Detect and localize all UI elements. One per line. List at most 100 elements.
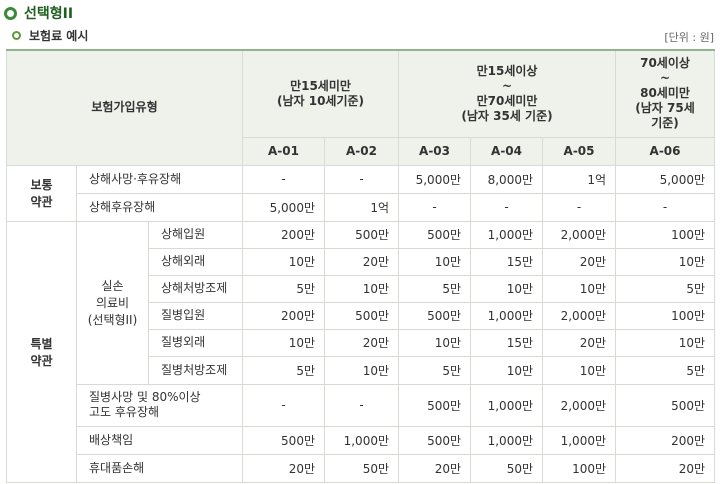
value-cell: 500만 [398,425,472,455]
group-label-line: 실손 [101,279,124,293]
subsection-title-row: 보험료 예시 [12,27,88,43]
value-cell: 100만 [615,220,716,249]
value-cell: 15만 [470,247,544,276]
value-cell: 20만 [323,247,400,276]
coverage-label: 질병사망 및 80%이상 고도 후유장해 [76,383,243,427]
coverage-label-line: 질병사망 및 80%이상 [89,390,201,404]
value-cell: 2,000만 [542,383,617,427]
section-title: 선택형II [24,6,74,22]
value-cell: 5만 [242,355,325,385]
value-cell: 500만 [615,383,716,427]
value-cell: 20만 [615,453,716,483]
age-group-70-80: 70세이상 ~ 80세미만 (남자 75세 기준) [615,49,716,138]
group-label-line: 특별 [30,336,53,351]
circle-bullet-icon [4,6,17,20]
value-cell: 1,000만 [470,301,544,330]
value-cell: 2,000만 [542,301,617,330]
value-cell: 500만 [323,301,400,330]
coverage-label-line: 고도 후유장해 [89,405,160,419]
age-group-15-70: 만15세이상 ~ 만70세미만 (남자 35세 기준) [398,49,617,138]
coverage-label: 상해후유장해 [76,192,243,222]
group-special-terms: 특별 약관 [6,220,77,483]
plan-header: A-05 [542,136,617,166]
table-row: 배상책임 500만 1,000만 500만 1,000만 1,000만 200만 [7,425,716,455]
age-group-line: (남자 35세 기준) [461,108,553,123]
value-cell: 5만 [615,355,716,385]
plan-header: A-04 [470,136,544,166]
value-cell: 10만 [323,355,400,385]
value-cell: 20만 [542,328,617,357]
value-cell: 500만 [398,220,472,249]
medical-expense-group: 실손 의료비 (선택형II) [76,220,149,385]
plan-header: A-06 [615,136,716,166]
value-cell: 8,000만 [470,164,544,194]
value-cell: 10만 [470,274,544,303]
coverage-label: 휴대품손해 [76,453,243,483]
value-cell: 1,000만 [470,383,544,427]
value-cell: - [242,164,325,194]
age-group-line: ~ [659,71,671,86]
value-cell: 1,000만 [542,425,617,455]
value-cell: 10만 [242,328,325,357]
value-cell: 500만 [323,220,400,249]
value-cell: - [323,164,400,194]
value-cell: 500만 [242,425,325,455]
circle-bullet-icon [12,30,21,40]
value-cell: 5만 [615,274,716,303]
value-cell: 100만 [542,453,617,483]
value-cell: 20만 [542,247,617,276]
coverage-label: 상해처방조제 [148,274,243,303]
table-row: 휴대품손해 20만 50만 20만 50만 100만 20만 [7,453,716,483]
table-row: 특별 약관 실손 의료비 (선택형II) 상해입원 200만 500만 500만… [6,220,716,483]
value-cell: 20만 [242,453,325,483]
group-basic-terms: 보통 약관 [6,164,77,222]
value-cell: - [323,383,400,427]
value-cell: 10만 [615,247,716,276]
value-cell: 50만 [323,453,400,483]
value-cell: 20만 [398,453,472,483]
group-label-line: 약관 [30,353,53,368]
value-cell: 10만 [323,274,400,303]
coverage-label: 질병처방조제 [148,355,243,385]
value-cell: 10만 [242,247,325,276]
premium-example-table-wrap: 보험가입유형 만15세미만 (남자 10세기준) 만15세이상 ~ 만70세미만… [6,49,716,483]
value-cell: - [470,192,544,222]
coverage-label: 배상책임 [76,425,243,455]
age-group-line: 70세이상 [640,56,690,71]
value-cell: 200만 [242,301,325,330]
value-cell: 5,000만 [398,164,472,194]
group-label-line: 보통 [30,178,53,192]
value-cell: - [542,192,617,222]
value-cell: 10만 [398,328,472,357]
premium-example-table: 보험가입유형 만15세미만 (남자 10세기준) 만15세이상 ~ 만70세미만… [6,49,716,483]
value-cell: 10만 [615,328,716,357]
age-group-line: 만70세미만 [476,93,538,108]
value-cell: 10만 [398,247,472,276]
age-group-line: ~ [501,78,513,93]
value-cell: 5만 [398,355,472,385]
coverage-label: 상해사망·후유장해 [76,164,243,194]
group-label-line: (선택형II) [87,313,138,327]
value-cell: 5,000만 [615,164,716,194]
age-group-line: (남자 10세기준) [276,93,365,108]
group-label-line: 약관 [30,195,53,209]
value-cell: - [398,192,472,222]
value-cell: 1,000만 [470,220,544,249]
subsection-title: 보험료 예시 [29,28,89,43]
value-cell: 15만 [470,328,544,357]
value-cell: 1억 [542,164,617,194]
value-cell: 5,000만 [242,192,325,222]
section-title-row: 선택형II [4,3,73,23]
value-cell: - [242,383,325,427]
group-label-line: 의료비 [95,296,130,310]
plan-header: A-02 [323,136,400,166]
value-cell: 200만 [242,220,325,249]
age-group-line: 만15세미만 [290,78,351,93]
coverage-label: 질병입원 [148,301,243,330]
age-group-line: (남자 75세 [635,101,695,116]
value-cell: 500만 [398,383,472,427]
value-cell: 10만 [542,274,617,303]
value-cell: 5만 [242,274,325,303]
coverage-label: 질병외래 [148,328,243,357]
value-cell: 1,000만 [470,425,544,455]
